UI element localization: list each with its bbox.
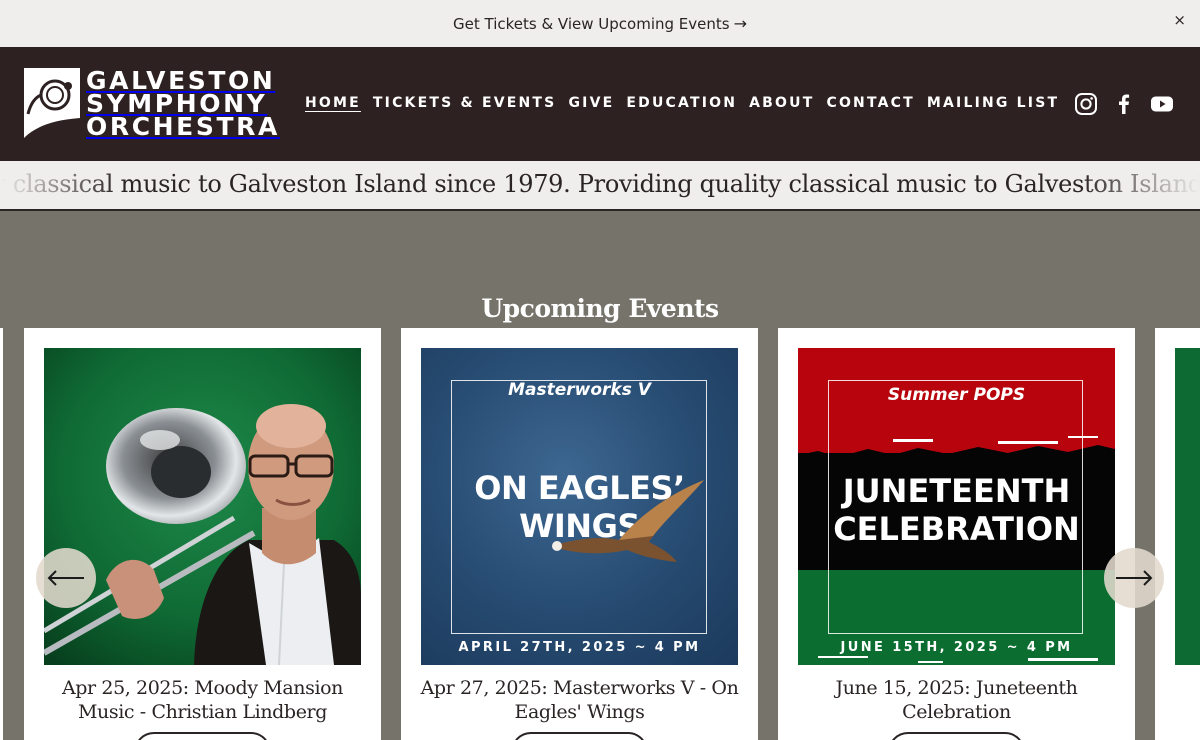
eagle-icon xyxy=(551,480,704,562)
announcement-bar: Get Tickets & View Upcoming Events → × xyxy=(0,0,1200,47)
nav-item-mailing-list[interactable]: MAILING LIST xyxy=(927,95,1059,111)
site-header: GALVESTON SYMPHONY ORCHESTRA HOME TICKET… xyxy=(0,47,1200,161)
nav-item-tickets-events[interactable]: TICKETS & EVENTS xyxy=(373,95,557,111)
event-title[interactable]: June 15, 2025: Juneteenth Celebration xyxy=(788,676,1125,724)
announcement-link[interactable]: Get Tickets & View Upcoming Events → xyxy=(453,14,747,33)
poster-series: Summer POPS xyxy=(887,385,1026,405)
facebook-icon[interactable] xyxy=(1112,92,1136,116)
event-title[interactable]: Apr 25, 2025: Moody Mansion Music - Chri… xyxy=(34,676,371,724)
carousel-next-button[interactable] xyxy=(1104,548,1164,608)
juneteenth-poster: Summer POPS JUNETEENTH CELEBRATION JUNE … xyxy=(798,348,1115,665)
event-title[interactable]: Apr 27, 2025: Masterworks V - On Eagles'… xyxy=(411,676,748,724)
arrow-right-icon: → xyxy=(733,14,747,33)
event-details-button[interactable] xyxy=(511,732,648,740)
section-title: Upcoming Events xyxy=(481,294,719,323)
event-image-christian-lindberg[interactable] xyxy=(44,348,361,665)
poster-series: Masterworks V xyxy=(508,380,651,400)
arrow-left-icon xyxy=(47,570,84,586)
close-icon[interactable]: × xyxy=(1173,11,1186,29)
event-details-button[interactable] xyxy=(888,732,1025,740)
poster-date: APRIL 27TH, 2025 ~ 4 PM xyxy=(458,640,701,655)
instagram-icon[interactable] xyxy=(1074,92,1098,116)
event-image-partial xyxy=(1175,348,1200,665)
nav-item-about[interactable]: ABOUT xyxy=(749,95,814,111)
event-card[interactable]: Apr 25, 2025: Moody Mansion Music - Chri… xyxy=(24,328,381,740)
poster-title-line-1: JUNETEENTH xyxy=(842,472,1071,510)
announcement-text: Get Tickets & View Upcoming Events xyxy=(453,15,730,33)
ticker-fade-left xyxy=(0,161,120,209)
nav-item-education[interactable]: EDUCATION xyxy=(626,95,737,111)
nav-item-give[interactable]: GIVE xyxy=(568,95,614,111)
main-nav: HOME TICKETS & EVENTS GIVE EDUCATION ABO… xyxy=(305,95,1071,111)
french-horn-logo-icon xyxy=(24,68,80,138)
carousel-prev-button[interactable] xyxy=(36,548,96,608)
nav-item-contact[interactable]: CONTACT xyxy=(826,95,914,111)
event-image-juneteenth[interactable]: Summer POPS JUNETEENTH CELEBRATION JUNE … xyxy=(798,348,1115,665)
event-details-button[interactable] xyxy=(134,732,271,740)
event-card[interactable]: Summer POPS JUNETEENTH CELEBRATION JUNE … xyxy=(778,328,1135,740)
poster-date: JUNE 15TH, 2025 ~ 4 PM xyxy=(840,640,1073,655)
logo-wordmark: GALVESTON SYMPHONY ORCHESTRA xyxy=(86,68,280,141)
event-card-partial-right[interactable] xyxy=(1155,328,1200,740)
event-card[interactable]: Masterworks V ON EAGLES’ WINGS APRIL 27T… xyxy=(401,328,758,740)
event-image-on-eagles-wings[interactable]: Masterworks V ON EAGLES’ WINGS APRIL 27T… xyxy=(421,348,738,665)
ticker-text: Providing quality classical music to Gal… xyxy=(0,170,1200,198)
marquee-ticker: Providing quality classical music to Gal… xyxy=(0,161,1200,211)
eagles-poster: Masterworks V ON EAGLES’ WINGS APRIL 27T… xyxy=(421,348,738,665)
logo-line-3: ORCHESTRA xyxy=(86,111,280,141)
nav-item-home[interactable]: HOME xyxy=(305,95,361,111)
poster-title-line-2: CELEBRATION xyxy=(833,510,1080,548)
trombonist-photo xyxy=(44,348,361,665)
ticker-fade-right xyxy=(1080,161,1200,209)
arrow-right-icon xyxy=(1116,570,1153,586)
social-links xyxy=(1060,92,1174,116)
youtube-icon[interactable] xyxy=(1150,92,1174,116)
event-card-partial-left[interactable] xyxy=(0,328,3,740)
logo-link[interactable]: GALVESTON SYMPHONY ORCHESTRA xyxy=(24,68,280,141)
